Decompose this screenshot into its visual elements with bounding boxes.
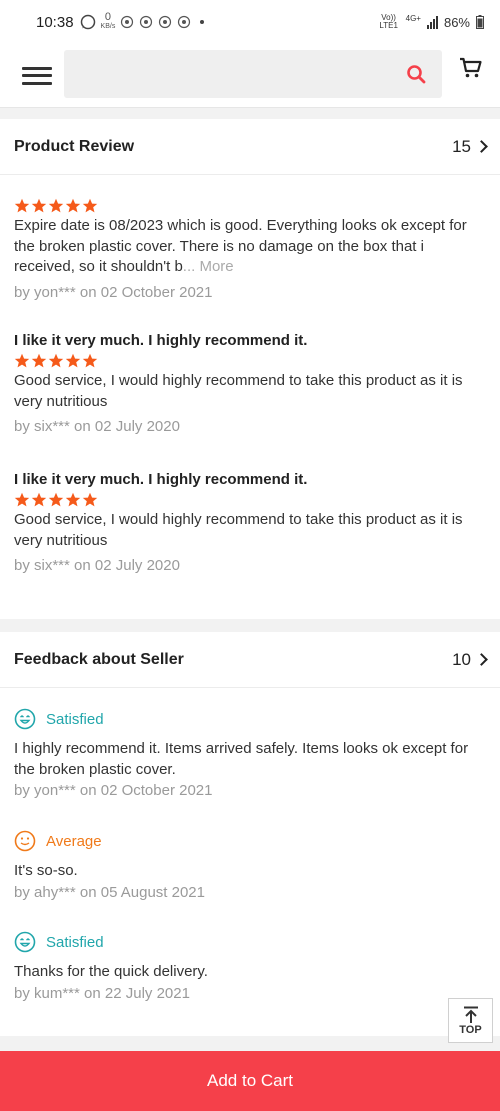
feedback-item: Average It's so-so. by ahy*** on 05 Augu…: [0, 830, 500, 901]
search-input[interactable]: [64, 50, 442, 98]
arrow-up-icon: [463, 1006, 478, 1023]
star-rating: [14, 197, 486, 215]
review-text: Good service, I would highly recommend t…: [14, 372, 463, 410]
feedback-item: Satisfied I highly recommend it. Items a…: [0, 708, 500, 799]
feedback-author: by ahy*** on 05 August 2021: [14, 883, 205, 901]
net-speed-unit: KB/s: [100, 23, 116, 30]
star-icon: [14, 492, 30, 507]
review-item: Expire date is 08/2023 which is good. Ev…: [0, 197, 500, 301]
star-rating: [14, 352, 486, 370]
feedback-item: Satisfied Thanks for the quick delivery.…: [0, 931, 500, 1002]
signal-icon: [426, 15, 438, 29]
star-icon: [82, 198, 98, 213]
review-text: Good service, I would highly recommend t…: [14, 511, 463, 549]
app-notification-icon: [140, 15, 153, 29]
star-icon: [31, 492, 47, 507]
star-icon: [82, 492, 98, 507]
product-review-header[interactable]: Product Review 15: [0, 119, 500, 175]
cart-icon[interactable]: [459, 56, 483, 80]
star-icon: [31, 198, 47, 213]
seller-feedback-section: Feedback about Seller 10 Satisfied I hig…: [0, 632, 500, 1036]
review-count-value: 15: [452, 136, 471, 156]
feedback-text: Thanks for the quick delivery.: [14, 963, 208, 980]
chevron-right-icon: [475, 653, 488, 666]
star-icon: [14, 353, 30, 368]
feedback-text: It's so-so.: [14, 862, 78, 879]
menu-icon[interactable]: [20, 64, 54, 88]
review-author: by six*** on 02 July 2020: [14, 557, 180, 574]
search-icon[interactable]: [406, 64, 426, 84]
network-gen: 4G+: [405, 14, 421, 23]
feedback-count-value: 10: [452, 649, 471, 669]
star-icon: [65, 353, 81, 368]
app-notification-icon: [121, 15, 134, 29]
rating-label: Average: [46, 832, 102, 850]
notification-icons: 0 KB/s: [80, 11, 205, 31]
top-label: TOP: [459, 1023, 482, 1036]
review-author: by six*** on 02 July 2020: [14, 418, 180, 435]
review-title: I like it very much. I highly recommend …: [14, 471, 308, 488]
review-count: 15: [452, 136, 488, 157]
feedback-author: by kum*** on 22 July 2021: [14, 984, 190, 1002]
chevron-right-icon: [475, 140, 488, 153]
average-face-icon: [14, 830, 36, 852]
review-title: I like it very much. I highly recommend …: [14, 332, 308, 349]
star-icon: [65, 492, 81, 507]
section-title: Product Review: [14, 137, 135, 155]
scroll-to-top-button[interactable]: TOP: [448, 998, 493, 1043]
net-speed: 0 KB/s: [100, 11, 116, 31]
product-review-section: Product Review 15 Expire date is 08/2023…: [0, 119, 500, 619]
review-author: by yon*** on 02 October 2021: [14, 283, 213, 301]
net-speed-value: 0: [104, 11, 111, 23]
feedback-rating: Average: [14, 830, 486, 852]
app-notification-icon: [178, 15, 191, 29]
status-right: Vo)) LTE1 4G+ 86%: [378, 14, 484, 30]
star-icon: [82, 353, 98, 368]
status-bar: 10:38 0 KB/s Vo)) LTE1 4G+ 86%: [0, 0, 500, 44]
status-left: 10:38 0 KB/s: [36, 11, 205, 31]
section-title: Feedback about Seller: [14, 650, 184, 668]
review-item: I like it very much. I highly recommend …: [0, 332, 500, 435]
star-icon: [48, 492, 64, 507]
more-link[interactable]: ... More: [183, 258, 234, 275]
app-header: [0, 44, 500, 108]
review-text: Expire date is 08/2023 which is good. Ev…: [14, 216, 486, 278]
review-item: I like it very much. I highly recommend …: [0, 471, 500, 574]
satisfied-face-icon: [14, 708, 36, 730]
feedback-rating: Satisfied: [14, 931, 486, 953]
star-icon: [48, 198, 64, 213]
star-icon: [48, 353, 64, 368]
app-notification-icon: [159, 15, 172, 29]
feedback-count: 10: [452, 649, 488, 670]
whatsapp-icon: [80, 14, 95, 30]
more-notifications-dot: [200, 20, 205, 24]
battery-percent: 86%: [443, 14, 470, 30]
star-rating: [14, 491, 486, 509]
network-type: Vo)) LTE1: [378, 14, 400, 30]
satisfied-face-icon: [14, 931, 36, 953]
review-body: Expire date is 08/2023 which is good. Ev…: [14, 217, 467, 275]
star-icon: [14, 198, 30, 213]
feedback-rating: Satisfied: [14, 708, 486, 730]
rating-label: Satisfied: [46, 710, 104, 728]
star-icon: [31, 353, 47, 368]
status-time: 10:38: [36, 13, 74, 31]
network-label: Vo)) LTE1: [379, 13, 398, 30]
battery-icon: [476, 15, 484, 29]
rating-label: Satisfied: [46, 933, 104, 951]
feedback-text: I highly recommend it. Items arrived saf…: [14, 740, 469, 778]
feedback-author: by yon*** on 02 October 2021: [14, 782, 213, 799]
star-icon: [65, 198, 81, 213]
add-to-cart-button[interactable]: Add to Cart: [0, 1051, 500, 1111]
seller-feedback-header[interactable]: Feedback about Seller 10: [0, 632, 500, 688]
